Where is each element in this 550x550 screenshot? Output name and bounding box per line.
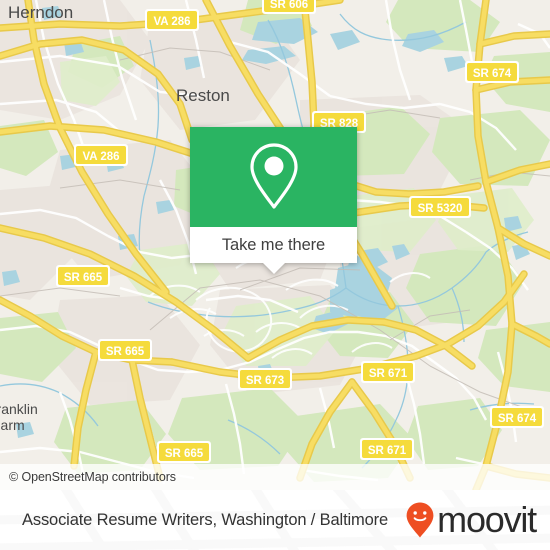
callout-action-area[interactable]: Take me there xyxy=(190,227,357,274)
svg-text:SR 665: SR 665 xyxy=(165,448,204,460)
svg-text:SR 673: SR 673 xyxy=(246,375,284,387)
road-shield: SR 673 xyxy=(238,368,292,390)
take-me-there-label: Take me there xyxy=(221,235,326,254)
road-shield: SR 665 xyxy=(98,339,152,361)
road-shield: SR 665 xyxy=(56,265,110,287)
svg-text:SR 671: SR 671 xyxy=(369,368,408,380)
svg-text:SR 674: SR 674 xyxy=(498,413,537,425)
map-pin-icon xyxy=(249,143,298,209)
svg-text:SR 671: SR 671 xyxy=(368,445,407,457)
road-shield: SR 5320 xyxy=(409,196,471,218)
callout-icon-area xyxy=(190,127,357,227)
osm-attribution[interactable]: © OpenStreetMap contributors xyxy=(0,464,550,490)
road-shield: SR 674 xyxy=(465,61,519,83)
callout-pointer xyxy=(262,263,285,274)
svg-text:VA 286: VA 286 xyxy=(82,151,119,163)
svg-text:SR 665: SR 665 xyxy=(106,346,145,358)
road-shield: SR 671 xyxy=(360,438,414,460)
footer-bar: Associate Resume Writers, Washington / B… xyxy=(0,490,550,550)
svg-text:SR 606: SR 606 xyxy=(270,0,308,11)
svg-text:VA 286: VA 286 xyxy=(153,16,190,28)
svg-text:SR 5320: SR 5320 xyxy=(418,203,463,215)
road-shield: SR 674 xyxy=(490,406,544,428)
road-shield: VA 286 xyxy=(74,144,128,166)
location-callout-card[interactable]: Take me there xyxy=(190,127,357,274)
place-label: Reston xyxy=(176,86,230,105)
osm-attribution-text: © OpenStreetMap contributors xyxy=(9,469,176,484)
road-shield: SR 671 xyxy=(361,361,415,383)
place-label: Farm xyxy=(0,417,25,433)
moovit-location-screenshot: Herndon Reston Franklin Farm SR 606 xyxy=(0,0,550,550)
place-title: Associate Resume Writers, Washington / B… xyxy=(22,510,389,529)
road-shield: SR 606 xyxy=(262,0,316,14)
moovit-wordmark: moovit xyxy=(437,499,537,540)
place-label: Herndon xyxy=(8,3,73,22)
svg-text:SR 665: SR 665 xyxy=(64,272,103,284)
svg-text:SR 674: SR 674 xyxy=(473,68,512,80)
road-shield: VA 286 xyxy=(145,9,199,31)
moovit-logo[interactable]: moovit xyxy=(405,499,537,540)
place-label: Franklin xyxy=(0,401,38,417)
moovit-smiley-pin-icon xyxy=(406,502,434,538)
road-shield: SR 665 xyxy=(157,441,211,463)
